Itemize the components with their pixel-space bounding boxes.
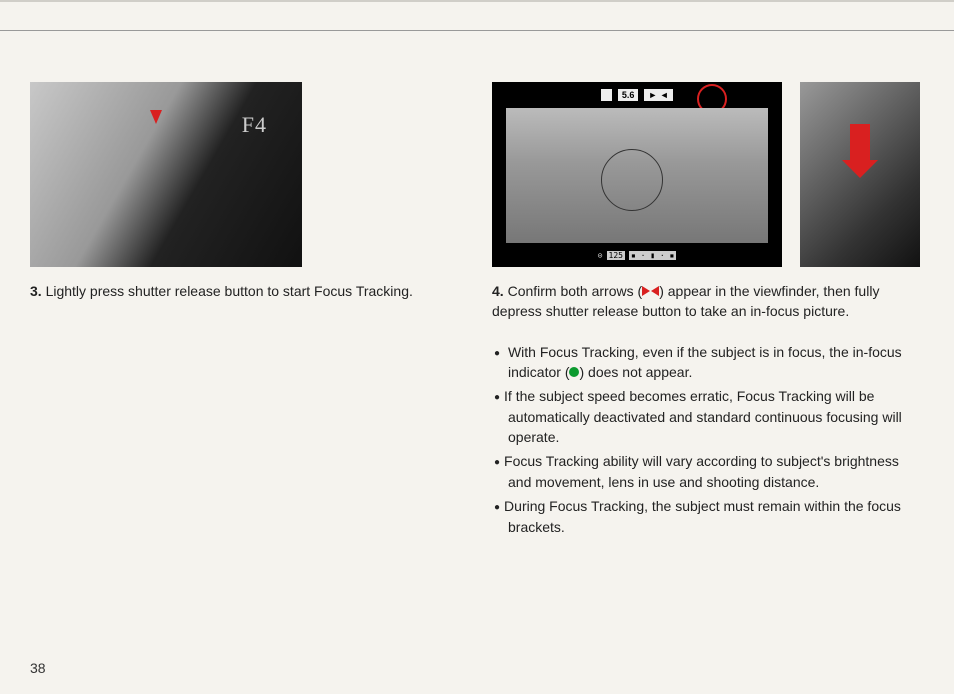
step4-text: 4. Confirm both arrows () appear in the … bbox=[492, 281, 924, 322]
af-ring-icon bbox=[601, 149, 663, 211]
inline-arrows-icon bbox=[642, 286, 659, 296]
right-column: 5.6 ► ◄ ⊙ 125 ▪ · ▮ · ▪ bbox=[492, 82, 924, 541]
top-divider bbox=[0, 30, 954, 31]
vf-scale: ▪ · ▮ · ▪ bbox=[629, 251, 676, 260]
bullet-1a: With Focus Tracking, even if the subject… bbox=[508, 344, 902, 381]
vf-top-readout: 5.6 ► ◄ bbox=[492, 82, 782, 104]
vf-arrows: ► ◄ bbox=[644, 89, 672, 101]
bullet-2-text: If the subject speed becomes erratic, Fo… bbox=[504, 388, 902, 445]
manual-page: 3. Lightly press shutter release button … bbox=[0, 0, 954, 694]
step3-text: 3. Lightly press shutter release button … bbox=[30, 281, 462, 301]
left-image-row bbox=[30, 82, 462, 267]
vf-bottom-readout: ⊙ 125 ▪ · ▮ · ▪ bbox=[492, 247, 782, 267]
vf-meter-icon: ⊙ bbox=[598, 251, 603, 260]
vf-aperture: 5.6 bbox=[618, 89, 639, 101]
big-down-arrow-icon bbox=[850, 124, 870, 162]
bullet-list: With Focus Tracking, even if the subject… bbox=[492, 342, 924, 541]
step4-body-a: Confirm both arrows bbox=[508, 283, 638, 299]
vf-shutter: 125 bbox=[607, 251, 625, 260]
step4-number: 4. bbox=[492, 283, 504, 299]
vf-scene bbox=[506, 108, 768, 243]
green-dot-icon bbox=[569, 367, 579, 377]
page-number: 38 bbox=[30, 660, 46, 676]
bullet-2: If the subject speed becomes erratic, Fo… bbox=[494, 386, 924, 447]
bullet-4: During Focus Tracking, the subject must … bbox=[494, 496, 924, 537]
left-column: 3. Lightly press shutter release button … bbox=[30, 82, 462, 541]
step4-photo bbox=[800, 82, 920, 267]
viewfinder-photo: 5.6 ► ◄ ⊙ 125 ▪ · ▮ · ▪ bbox=[492, 82, 782, 267]
down-arrow-icon bbox=[150, 110, 162, 124]
bullet-3-text: Focus Tracking ability will vary accordi… bbox=[504, 453, 899, 490]
bullet-1: With Focus Tracking, even if the subject… bbox=[494, 342, 924, 383]
vf-box-1 bbox=[601, 89, 612, 101]
step3-number: 3. bbox=[30, 283, 42, 299]
step3-photo bbox=[30, 82, 302, 267]
bullet-1b: does not appear. bbox=[588, 364, 692, 380]
bullet-4-text: During Focus Tracking, the subject must … bbox=[504, 498, 901, 535]
right-image-row: 5.6 ► ◄ ⊙ 125 ▪ · ▮ · ▪ bbox=[492, 82, 924, 267]
content-columns: 3. Lightly press shutter release button … bbox=[0, 2, 954, 541]
bullet-3: Focus Tracking ability will vary accordi… bbox=[494, 451, 924, 492]
step3-body: Lightly press shutter release button to … bbox=[46, 283, 413, 299]
